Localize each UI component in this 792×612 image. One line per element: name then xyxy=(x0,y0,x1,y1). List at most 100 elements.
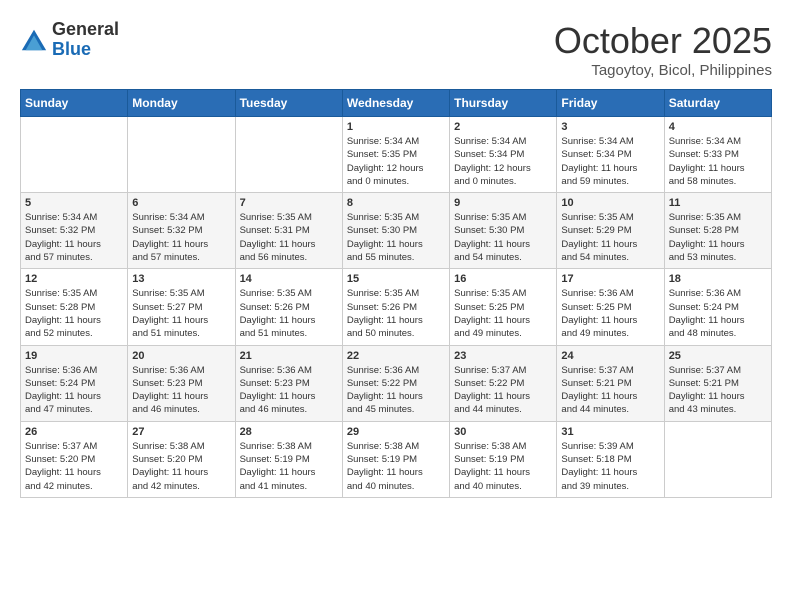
day-number: 1 xyxy=(347,121,445,133)
day-number: 23 xyxy=(454,350,552,362)
day-number: 4 xyxy=(669,121,767,133)
day-number: 6 xyxy=(132,197,230,209)
logo-icon xyxy=(20,26,48,54)
day-number: 12 xyxy=(25,273,123,285)
calendar-day-cell xyxy=(128,117,235,193)
day-info: Sunrise: 5:35 AM Sunset: 5:25 PM Dayligh… xyxy=(454,287,552,340)
day-info: Sunrise: 5:35 AM Sunset: 5:30 PM Dayligh… xyxy=(454,211,552,264)
calendar-week-row: 26 Sunrise: 5:37 AM Sunset: 5:20 PM Dayli… xyxy=(21,421,772,497)
calendar-day-cell: 2 Sunrise: 5:34 AM Sunset: 5:34 PM Daylig… xyxy=(450,117,557,193)
calendar-header-row: SundayMondayTuesdayWednesdayThursdayFrid… xyxy=(21,90,772,117)
calendar-day-cell xyxy=(235,117,342,193)
calendar-day-cell: 3 Sunrise: 5:34 AM Sunset: 5:34 PM Daylig… xyxy=(557,117,664,193)
calendar-day-cell: 13 Sunrise: 5:35 AM Sunset: 5:27 PM Dayli… xyxy=(128,269,235,345)
day-number: 10 xyxy=(561,197,659,209)
calendar-day-cell xyxy=(664,421,771,497)
day-info: Sunrise: 5:34 AM Sunset: 5:34 PM Dayligh… xyxy=(561,135,659,188)
day-number: 27 xyxy=(132,426,230,438)
calendar-day-cell: 26 Sunrise: 5:37 AM Sunset: 5:20 PM Dayli… xyxy=(21,421,128,497)
title-block: October 2025 Tagoytoy, Bicol, Philippine… xyxy=(554,20,772,79)
day-info: Sunrise: 5:36 AM Sunset: 5:23 PM Dayligh… xyxy=(240,364,338,417)
day-info: Sunrise: 5:34 AM Sunset: 5:33 PM Dayligh… xyxy=(669,135,767,188)
calendar-week-row: 5 Sunrise: 5:34 AM Sunset: 5:32 PM Daylig… xyxy=(21,193,772,269)
calendar-day-cell: 29 Sunrise: 5:38 AM Sunset: 5:19 PM Dayli… xyxy=(342,421,449,497)
logo-blue: Blue xyxy=(52,40,119,60)
day-info: Sunrise: 5:38 AM Sunset: 5:19 PM Dayligh… xyxy=(454,440,552,493)
day-number: 28 xyxy=(240,426,338,438)
day-number: 19 xyxy=(25,350,123,362)
calendar-day-cell: 17Sunrise: 5:36 AM Sunset: 5:25 PM Dayli… xyxy=(557,269,664,345)
day-number: 14 xyxy=(240,273,338,285)
day-number: 11 xyxy=(669,197,767,209)
day-info: Sunrise: 5:35 AM Sunset: 5:27 PM Dayligh… xyxy=(132,287,230,340)
calendar-day-cell: 6 Sunrise: 5:34 AM Sunset: 5:32 PM Daylig… xyxy=(128,193,235,269)
calendar-day-cell: 1 Sunrise: 5:34 AM Sunset: 5:35 PM Daylig… xyxy=(342,117,449,193)
day-info: Sunrise: 5:34 AM Sunset: 5:35 PM Dayligh… xyxy=(347,135,445,188)
weekday-header: Friday xyxy=(557,90,664,117)
calendar-day-cell: 4 Sunrise: 5:34 AM Sunset: 5:33 PM Daylig… xyxy=(664,117,771,193)
day-info: Sunrise: 5:39 AM Sunset: 5:18 PM Dayligh… xyxy=(561,440,659,493)
calendar-table: SundayMondayTuesdayWednesdayThursdayFrid… xyxy=(20,89,772,498)
calendar-day-cell: 11 Sunrise: 5:35 AM Sunset: 5:28 PM Dayli… xyxy=(664,193,771,269)
day-info: Sunrise: 5:34 AM Sunset: 5:32 PM Dayligh… xyxy=(25,211,123,264)
day-info: Sunrise: 5:37 AM Sunset: 5:21 PM Dayligh… xyxy=(561,364,659,417)
day-number: 26 xyxy=(25,426,123,438)
logo-text: General Blue xyxy=(52,20,119,60)
month-title: October 2025 xyxy=(554,20,772,62)
calendar-day-cell: 15Sunrise: 5:35 AM Sunset: 5:26 PM Dayli… xyxy=(342,269,449,345)
page-header: General Blue October 2025 Tagoytoy, Bico… xyxy=(20,20,772,79)
day-info: Sunrise: 5:35 AM Sunset: 5:28 PM Dayligh… xyxy=(669,211,767,264)
day-number: 5 xyxy=(25,197,123,209)
weekday-header: Monday xyxy=(128,90,235,117)
calendar-week-row: 19 Sunrise: 5:36 AM Sunset: 5:24 PM Dayli… xyxy=(21,345,772,421)
day-info: Sunrise: 5:35 AM Sunset: 5:31 PM Dayligh… xyxy=(240,211,338,264)
calendar-day-cell: 8Sunrise: 5:35 AM Sunset: 5:30 PM Daylig… xyxy=(342,193,449,269)
day-info: Sunrise: 5:37 AM Sunset: 5:21 PM Dayligh… xyxy=(669,364,767,417)
day-number: 9 xyxy=(454,197,552,209)
day-number: 20 xyxy=(132,350,230,362)
day-info: Sunrise: 5:36 AM Sunset: 5:24 PM Dayligh… xyxy=(25,364,123,417)
calendar-day-cell: 14Sunrise: 5:35 AM Sunset: 5:26 PM Dayli… xyxy=(235,269,342,345)
calendar-day-cell: 5 Sunrise: 5:34 AM Sunset: 5:32 PM Daylig… xyxy=(21,193,128,269)
day-info: Sunrise: 5:34 AM Sunset: 5:34 PM Dayligh… xyxy=(454,135,552,188)
day-number: 31 xyxy=(561,426,659,438)
logo-general: General xyxy=(52,20,119,40)
calendar-week-row: 12Sunrise: 5:35 AM Sunset: 5:28 PM Dayli… xyxy=(21,269,772,345)
calendar-day-cell: 30 Sunrise: 5:38 AM Sunset: 5:19 PM Dayli… xyxy=(450,421,557,497)
calendar-day-cell: 31 Sunrise: 5:39 AM Sunset: 5:18 PM Dayli… xyxy=(557,421,664,497)
calendar-day-cell xyxy=(21,117,128,193)
calendar-week-row: 1 Sunrise: 5:34 AM Sunset: 5:35 PM Daylig… xyxy=(21,117,772,193)
weekday-header: Saturday xyxy=(664,90,771,117)
weekday-header: Sunday xyxy=(21,90,128,117)
calendar-day-cell: 9 Sunrise: 5:35 AM Sunset: 5:30 PM Daylig… xyxy=(450,193,557,269)
day-number: 22 xyxy=(347,350,445,362)
day-number: 18 xyxy=(669,273,767,285)
calendar-day-cell: 18Sunrise: 5:36 AM Sunset: 5:24 PM Dayli… xyxy=(664,269,771,345)
weekday-header: Tuesday xyxy=(235,90,342,117)
day-number: 7 xyxy=(240,197,338,209)
day-info: Sunrise: 5:35 AM Sunset: 5:26 PM Dayligh… xyxy=(347,287,445,340)
calendar-day-cell: 25 Sunrise: 5:37 AM Sunset: 5:21 PM Dayli… xyxy=(664,345,771,421)
day-info: Sunrise: 5:36 AM Sunset: 5:23 PM Dayligh… xyxy=(132,364,230,417)
calendar-day-cell: 21Sunrise: 5:36 AM Sunset: 5:23 PM Dayli… xyxy=(235,345,342,421)
day-info: Sunrise: 5:38 AM Sunset: 5:19 PM Dayligh… xyxy=(240,440,338,493)
day-info: Sunrise: 5:34 AM Sunset: 5:32 PM Dayligh… xyxy=(132,211,230,264)
day-number: 16 xyxy=(454,273,552,285)
day-number: 2 xyxy=(454,121,552,133)
day-info: Sunrise: 5:35 AM Sunset: 5:29 PM Dayligh… xyxy=(561,211,659,264)
day-number: 29 xyxy=(347,426,445,438)
calendar-day-cell: 27Sunrise: 5:38 AM Sunset: 5:20 PM Dayli… xyxy=(128,421,235,497)
calendar-day-cell: 24Sunrise: 5:37 AM Sunset: 5:21 PM Dayli… xyxy=(557,345,664,421)
day-info: Sunrise: 5:37 AM Sunset: 5:20 PM Dayligh… xyxy=(25,440,123,493)
day-number: 3 xyxy=(561,121,659,133)
day-info: Sunrise: 5:37 AM Sunset: 5:22 PM Dayligh… xyxy=(454,364,552,417)
day-number: 17 xyxy=(561,273,659,285)
day-number: 30 xyxy=(454,426,552,438)
location-title: Tagoytoy, Bicol, Philippines xyxy=(554,62,772,79)
calendar-day-cell: 23 Sunrise: 5:37 AM Sunset: 5:22 PM Dayli… xyxy=(450,345,557,421)
day-number: 13 xyxy=(132,273,230,285)
day-number: 25 xyxy=(669,350,767,362)
calendar-day-cell: 20 Sunrise: 5:36 AM Sunset: 5:23 PM Dayli… xyxy=(128,345,235,421)
calendar-day-cell: 10 Sunrise: 5:35 AM Sunset: 5:29 PM Dayli… xyxy=(557,193,664,269)
day-info: Sunrise: 5:38 AM Sunset: 5:19 PM Dayligh… xyxy=(347,440,445,493)
